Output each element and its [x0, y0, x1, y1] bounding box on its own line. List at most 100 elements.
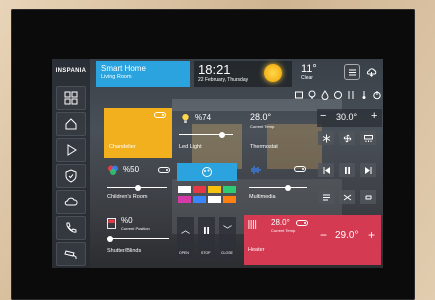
outdoor-temperature: 11° [301, 63, 317, 75]
brand-logo: INSPANIA [55, 68, 87, 74]
swatch-white[interactable] [178, 186, 191, 193]
repeat-icon [365, 195, 371, 199]
room-header[interactable]: Smart Home Living Room [96, 61, 190, 87]
swatch-magenta[interactable] [178, 196, 191, 203]
drop-icon[interactable] [320, 90, 330, 100]
heater-toggle[interactable] [296, 220, 308, 226]
previous-track-button[interactable] [318, 163, 334, 177]
home-icon [65, 118, 77, 130]
shutter-stop-button[interactable]: STOP [198, 217, 215, 261]
fan-icon[interactable] [333, 90, 343, 100]
shutter-slider[interactable] [107, 235, 169, 242]
home-button[interactable] [56, 112, 86, 136]
room-name: Living Room [101, 74, 132, 80]
phone-icon [66, 222, 77, 233]
blinds-icon [107, 218, 116, 229]
cloud-icon [64, 197, 78, 206]
panel-bezel: INSPANIA Smart Home Living Room 18:21 22… [11, 9, 415, 300]
repeat-button[interactable] [360, 190, 376, 204]
shutter-stop-label: STOP [201, 251, 211, 255]
cloud-sync-button[interactable] [363, 64, 379, 80]
shutter-position: %0 [121, 216, 133, 225]
childrens-room-tile[interactable]: %50 Children's Room [104, 161, 172, 211]
shutter-tile[interactable]: %0 Current Position Shutter/Blinds [104, 214, 172, 265]
led-bulb-icon [182, 114, 189, 123]
air-conditioner-icon [363, 134, 373, 142]
next-track-button[interactable] [360, 163, 376, 177]
swatch-yellow[interactable] [208, 186, 221, 193]
shutter-close-button[interactable]: ﹀ CLOSE [219, 217, 236, 261]
swatch-white-2[interactable] [208, 196, 221, 203]
swatch-orange[interactable] [223, 196, 236, 203]
swatch-red[interactable] [193, 186, 206, 193]
shutter-open-label: OPEN [179, 251, 189, 255]
cloud-download-icon [366, 67, 376, 77]
multimedia-label: Multimedia [249, 194, 276, 200]
thermostat-sub: Current Temp. [250, 124, 276, 129]
shutter-sub: Current Position [121, 226, 150, 231]
color-swatches [178, 186, 238, 206]
sliders-icon[interactable] [346, 90, 356, 100]
led-level: %74 [195, 113, 212, 122]
touch-screen: INSPANIA Smart Home Living Room 18:21 22… [52, 59, 383, 268]
heater-sub: Current Temp. [271, 228, 297, 233]
heater-temp: 28.0° [271, 218, 290, 227]
thermostat-plus-button[interactable]: + [371, 110, 377, 122]
pause-icon [204, 227, 209, 234]
security-button[interactable] [56, 164, 86, 188]
playlist-icon [322, 194, 330, 200]
heater-plus-button[interactable]: + [368, 228, 375, 242]
heater-tile[interactable]: 28.0° Current Temp. Heater − 29.0° + [244, 215, 381, 265]
swatch-green[interactable] [223, 186, 236, 193]
rooms-grid-button[interactable] [56, 86, 86, 110]
multimedia-toggle[interactable] [294, 166, 306, 172]
scenes-button[interactable] [56, 138, 86, 162]
shuffle-button[interactable] [339, 190, 355, 204]
swatch-blue[interactable] [193, 196, 206, 203]
rgb-light-icon [108, 165, 118, 175]
status-icon-bar [294, 90, 382, 102]
camera-button[interactable] [56, 242, 86, 266]
chandelier-toggle[interactable] [154, 112, 166, 118]
thermometer-icon[interactable] [359, 90, 369, 100]
color-picker-button[interactable] [177, 163, 237, 181]
radiator-icon [248, 220, 257, 229]
shutter-open-button[interactable]: ︿ OPEN [177, 217, 194, 261]
chandelier-label: Chandelier [109, 144, 136, 150]
childrens-toggle[interactable] [158, 167, 170, 173]
pause-button[interactable] [339, 163, 355, 177]
thermostat-tile[interactable]: 28.0° Current Temp. Thermostat [246, 108, 310, 158]
shutter-label: Shutter/Blinds [107, 248, 142, 254]
chandelier-tile[interactable]: Chandelier [104, 108, 172, 158]
weather-condition: Clear [301, 75, 313, 81]
chevron-up-icon: ︿ [181, 225, 191, 235]
weather-panel: 11° Clear [298, 61, 338, 87]
childrens-slider[interactable] [107, 184, 167, 191]
led-light-tile[interactable]: %74 Led Light [175, 108, 239, 158]
thermostat-label: Thermostat [250, 144, 278, 150]
fan-icon [343, 134, 351, 142]
thermostat-mode-button[interactable] [318, 131, 334, 145]
thermostat-setpoint-bar: − 30.0° + [317, 109, 382, 127]
volume-slider[interactable] [249, 184, 307, 191]
phone-button[interactable] [56, 216, 86, 240]
shield-icon [65, 169, 77, 183]
box-icon[interactable] [294, 90, 304, 100]
thermostat-ac-button[interactable] [360, 131, 376, 145]
sidebar: INSPANIA [52, 59, 90, 268]
childrens-level: %50 [123, 165, 140, 174]
playlist-button[interactable] [318, 190, 334, 204]
notes-button[interactable] [344, 64, 360, 80]
shuffle-icon [343, 194, 351, 200]
bulb-icon[interactable] [307, 90, 317, 100]
thermostat-fan-button[interactable] [339, 131, 355, 145]
cctv-camera-icon [64, 250, 77, 259]
heater-minus-button[interactable]: − [320, 228, 327, 242]
power-icon[interactable] [372, 90, 382, 100]
skip-back-icon [323, 166, 330, 174]
app-title: Smart Home [101, 64, 146, 73]
led-slider[interactable] [179, 131, 233, 138]
thermostat-minus-button[interactable]: − [320, 110, 326, 122]
weather-button[interactable] [56, 190, 86, 214]
multimedia-tile[interactable]: Multimedia [246, 161, 310, 211]
